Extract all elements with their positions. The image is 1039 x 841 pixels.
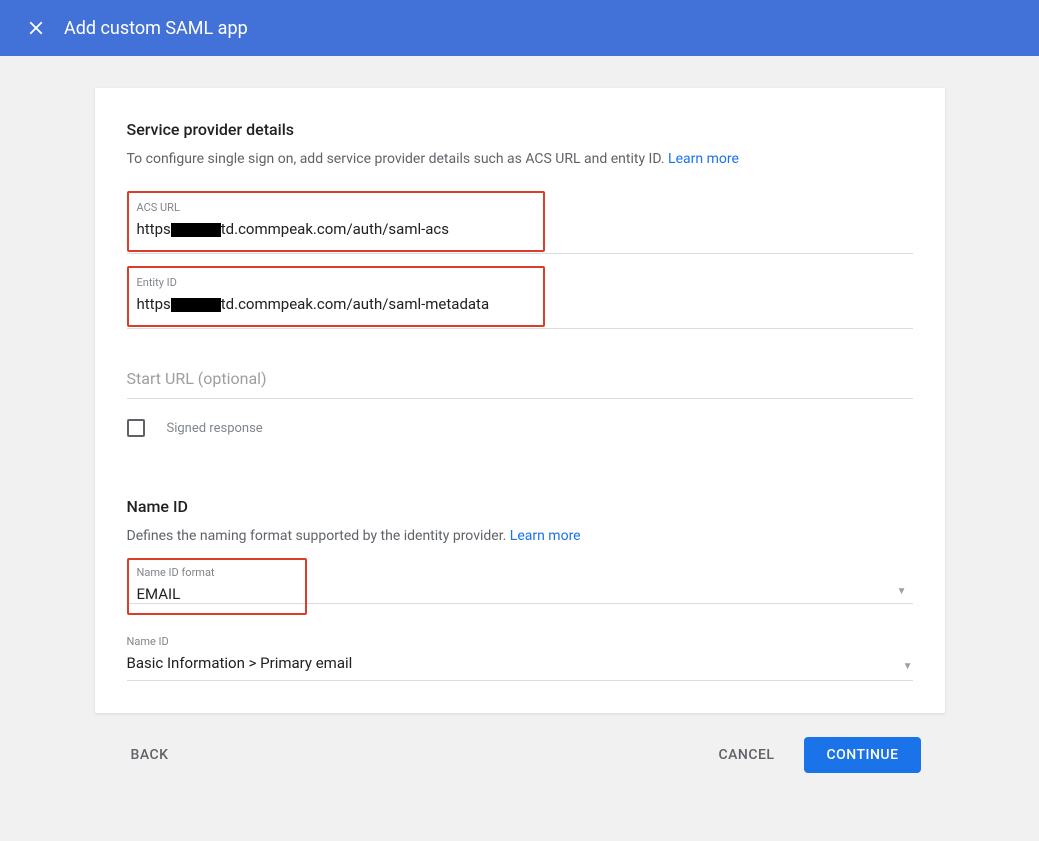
start-url-placeholder: Start URL (optional) bbox=[127, 369, 267, 388]
acs-url-label: ACS URL bbox=[137, 201, 535, 214]
redacted-text bbox=[171, 298, 221, 312]
main-card: Service provider details To configure si… bbox=[95, 88, 945, 713]
close-button[interactable] bbox=[16, 8, 56, 48]
chevron-down-icon: ▼ bbox=[897, 586, 907, 597]
sp-details-desc: To configure single sign on, add service… bbox=[127, 151, 913, 167]
learn-more-link-sp[interactable]: Learn more bbox=[668, 151, 739, 167]
name-id-format-label: Name ID format bbox=[137, 566, 297, 579]
dialog-title: Add custom SAML app bbox=[64, 18, 248, 39]
learn-more-link-nameid[interactable]: Learn more bbox=[510, 528, 581, 544]
start-url-field[interactable]: Start URL (optional) bbox=[127, 369, 913, 399]
entity-id-highlight: Entity ID httpstd.commpeak.com/auth/saml… bbox=[127, 266, 545, 327]
cancel-button[interactable]: CANCEL bbox=[707, 739, 787, 771]
entity-id-label: Entity ID bbox=[137, 276, 535, 289]
back-button[interactable]: BACK bbox=[119, 739, 181, 771]
dialog-header: Add custom SAML app bbox=[0, 0, 1039, 56]
name-id-select-value: Basic Information > Primary email bbox=[127, 654, 353, 672]
footer-bar: BACK CANCEL CONTINUE bbox=[95, 713, 945, 773]
sp-details-desc-text: To configure single sign on, add service… bbox=[127, 151, 665, 167]
redacted-text bbox=[171, 223, 221, 237]
name-id-format-value: EMAIL bbox=[137, 585, 297, 603]
name-id-select-label: Name ID bbox=[127, 635, 913, 648]
acs-url-field[interactable]: httpstd.commpeak.com/auth/saml-acs bbox=[137, 220, 535, 238]
name-id-format-dropdown[interactable]: ▼ Name ID format EMAIL bbox=[127, 558, 913, 615]
close-icon bbox=[25, 17, 47, 39]
name-id-select-dropdown[interactable]: Basic Information > Primary email ▼ bbox=[127, 654, 913, 681]
sp-details-title: Service provider details bbox=[127, 120, 913, 139]
name-id-desc-text: Defines the naming format supported by t… bbox=[127, 528, 507, 544]
acs-url-highlight: ACS URL httpstd.commpeak.com/auth/saml-a… bbox=[127, 191, 545, 252]
signed-response-checkbox[interactable] bbox=[127, 419, 145, 437]
entity-id-field[interactable]: httpstd.commpeak.com/auth/saml-metadata bbox=[137, 295, 535, 313]
name-id-desc: Defines the naming format supported by t… bbox=[127, 528, 913, 544]
chevron-down-icon: ▼ bbox=[903, 661, 913, 672]
name-id-title: Name ID bbox=[127, 497, 913, 516]
signed-response-label: Signed response bbox=[167, 421, 263, 436]
continue-button[interactable]: CONTINUE bbox=[804, 737, 920, 773]
